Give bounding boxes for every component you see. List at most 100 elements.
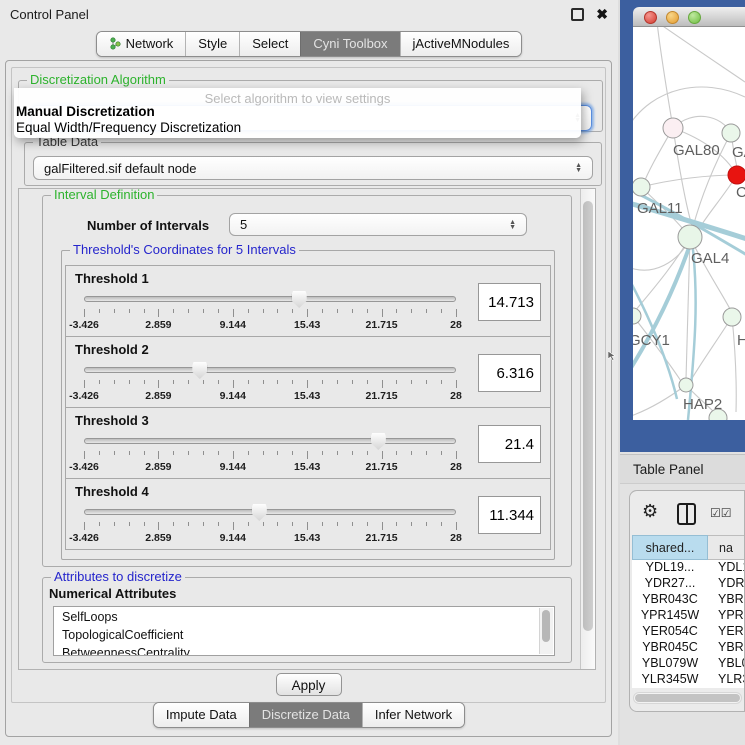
table-data-combobox[interactable]: galFiltered.sif default node ▲▼ — [33, 156, 593, 180]
threshold-value-field[interactable]: 11.344 — [478, 496, 541, 534]
node-red-selected[interactable] — [728, 166, 745, 184]
tab-label: Style — [198, 36, 227, 51]
slider-thumb[interactable] — [192, 362, 207, 379]
table-row[interactable]: YPR145W YPR1 — [632, 608, 744, 624]
slider-thumb[interactable] — [371, 433, 386, 450]
threshold-value-field[interactable]: 6.316 — [478, 354, 541, 392]
cell-shared-name[interactable]: YDL19... — [632, 560, 708, 576]
slider-track[interactable] — [84, 509, 456, 515]
cell-shared-name[interactable]: YDR27... — [632, 576, 708, 592]
slider-track[interactable] — [84, 296, 456, 302]
tick-label: 21.715 — [366, 461, 398, 473]
tick-mark — [144, 451, 145, 455]
node-h[interactable] — [723, 308, 741, 326]
slider-track[interactable] — [84, 438, 456, 444]
settings-scrollbar-thumb[interactable] — [583, 201, 593, 631]
cell-name[interactable]: YBL0 — [708, 656, 744, 672]
slider-thumb[interactable] — [252, 504, 267, 521]
cell-name[interactable]: YBR0 — [708, 592, 744, 608]
node-hap2[interactable] — [679, 378, 693, 392]
threshold-slider[interactable]: -3.4262.8599.14415.4321.71528 — [84, 503, 456, 547]
table-row[interactable]: YER054C YER0 — [632, 624, 744, 640]
threshold-value-field[interactable]: 14.713 — [478, 283, 541, 321]
column-header-name[interactable]: na — [708, 535, 744, 560]
table-row[interactable]: YDR27... YDR2 — [632, 576, 744, 592]
column-checkbox-icons[interactable]: ☑☑ — [710, 506, 732, 520]
tab-jactivemnodules[interactable]: jActiveMNodules — [400, 32, 522, 56]
attribute-list-item[interactable]: SelfLoops — [54, 609, 554, 627]
apply-button[interactable]: Apply — [276, 673, 342, 696]
column-header-shared-name[interactable]: shared... — [632, 535, 708, 560]
gear-icon[interactable]: ⚙ — [642, 501, 658, 522]
tab-cyni-toolbox[interactable]: Cyni Toolbox — [300, 32, 399, 56]
slider-track[interactable] — [84, 367, 456, 373]
cell-shared-name[interactable]: YPR145W — [632, 608, 708, 624]
cell-name[interactable]: YPR1 — [708, 608, 744, 624]
table-hscroll-thumb[interactable] — [635, 694, 740, 702]
table-row[interactable]: YBL079W YBL0 — [632, 656, 744, 672]
threshold-label: Threshold 4 — [75, 484, 149, 499]
table-horizontal-scrollbar[interactable] — [633, 692, 742, 704]
cell-shared-name[interactable]: YBR045C — [632, 640, 708, 656]
table-row[interactable]: YLR345W YLR3 — [632, 672, 744, 688]
tick-mark — [456, 380, 457, 388]
tick-mark — [292, 309, 293, 313]
numerical-attributes-list[interactable]: SelfLoopsTopologicalCoefficientBetweenne… — [53, 606, 555, 656]
attributes-scrollbar[interactable] — [539, 608, 553, 654]
network-canvas[interactable]: GAL80 GA C GAL11 GAL4 GCY1 H HAP2 — [633, 27, 745, 420]
tab-select[interactable]: Select — [239, 32, 300, 56]
threshold-value-field[interactable]: 21.4 — [478, 425, 541, 463]
tick-mark — [367, 451, 368, 455]
minimize-traffic-light-icon[interactable] — [666, 11, 679, 24]
zoom-traffic-light-icon[interactable] — [688, 11, 701, 24]
cell-name[interactable]: YBR0 — [708, 640, 744, 656]
tab-label: Discretize Data — [262, 707, 350, 722]
node-gal11[interactable] — [633, 178, 650, 196]
split-view-icon[interactable] — [677, 503, 696, 525]
number-of-intervals-combobox[interactable]: 5 ▲▼ — [229, 213, 527, 236]
close-traffic-light-icon[interactable] — [644, 11, 657, 24]
node-gal4[interactable] — [678, 225, 702, 249]
label-hap2: HAP2 — [683, 396, 722, 413]
table-row[interactable]: YBR045C YBR0 — [632, 640, 744, 656]
table-row[interactable]: YDL19... YDL1 — [632, 560, 744, 576]
algorithm-option-manual[interactable]: Manual Discretization — [16, 104, 155, 119]
tab-network[interactable]: Network — [97, 32, 186, 56]
tab-label: Impute Data — [166, 707, 237, 722]
mouse-cursor-icon — [608, 351, 616, 361]
cell-name[interactable]: YDR2 — [708, 576, 744, 592]
cell-name[interactable]: YLR3 — [708, 672, 744, 688]
cell-shared-name[interactable]: YER054C — [632, 624, 708, 640]
tick-mark — [322, 451, 323, 455]
node-gcy1[interactable] — [633, 308, 641, 324]
threshold-slider[interactable]: -3.4262.8599.14415.4321.71528 — [84, 361, 456, 405]
tick-mark — [352, 522, 353, 526]
cell-name[interactable]: YDL1 — [708, 560, 744, 576]
close-icon[interactable]: ✖ — [596, 7, 608, 21]
tab-discretize-data[interactable]: Discretize Data — [249, 703, 362, 727]
node-gal80[interactable] — [663, 118, 683, 138]
tab-infer-network[interactable]: Infer Network — [362, 703, 464, 727]
algorithm-option-equal-width[interactable]: Equal Width/Frequency Discretization — [16, 120, 241, 135]
attribute-list-item[interactable]: TopologicalCoefficient — [54, 627, 554, 645]
cell-name[interactable]: YER0 — [708, 624, 744, 640]
threshold-slider[interactable]: -3.4262.8599.14415.4321.71528 — [84, 290, 456, 334]
table-row[interactable]: YBR043C YBR0 — [632, 592, 744, 608]
tab-style[interactable]: Style — [185, 32, 239, 56]
threshold-panel-4: Threshold 4 -3.4262.8599.14415.4321.7152… — [65, 478, 551, 550]
node-top-right[interactable] — [722, 124, 740, 142]
tick-mark — [84, 522, 85, 530]
cell-shared-name[interactable]: YBL079W — [632, 656, 708, 672]
threshold-slider[interactable]: -3.4262.8599.14415.4321.71528 — [84, 432, 456, 476]
float-window-icon[interactable] — [571, 8, 584, 21]
settings-scrollbar[interactable] — [580, 189, 595, 669]
attributes-scrollbar-thumb[interactable] — [542, 610, 550, 642]
cell-shared-name[interactable]: YLR345W — [632, 672, 708, 688]
settings-viewport: Interval Definition Number of Intervals … — [19, 189, 580, 669]
thresholds-group-title: Threshold's Coordinates for 5 Intervals — [70, 242, 299, 257]
attribute-list-item[interactable]: BetweennessCentrality — [54, 645, 554, 656]
cell-shared-name[interactable]: YBR043C — [632, 592, 708, 608]
slider-thumb[interactable] — [292, 291, 307, 308]
tick-mark — [411, 522, 412, 526]
tab-impute-data[interactable]: Impute Data — [154, 703, 249, 727]
